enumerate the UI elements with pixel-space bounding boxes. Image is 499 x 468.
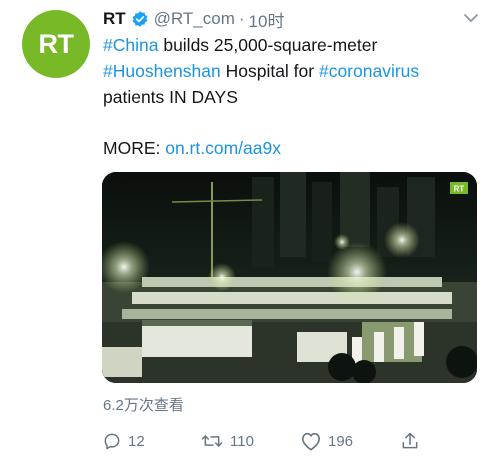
- tweet[interactable]: RT RT @RT_com · 10时 #China builds 25,000…: [0, 0, 499, 468]
- rt-logo: RT: [38, 28, 75, 59]
- tweet-header: RT @RT_com · 10时: [103, 7, 285, 32]
- share-icon: [400, 431, 420, 451]
- tweet-text-line: #Huoshenshan Hospital for #coronavirus: [103, 58, 483, 84]
- display-name[interactable]: RT: [103, 9, 126, 29]
- chevron-down-icon[interactable]: [461, 10, 481, 26]
- more-label: MORE:: [103, 138, 166, 158]
- action-bar: 12 110 196: [100, 428, 430, 454]
- hashtag-link[interactable]: #Huoshenshan: [103, 61, 221, 81]
- share-button[interactable]: [400, 428, 420, 454]
- more-link[interactable]: on.rt.com/aa9x: [165, 138, 281, 158]
- tweet-text: #China builds 25,000-square-meter #Huoshe…: [103, 32, 483, 110]
- timestamp[interactable]: 10时: [249, 7, 285, 32]
- separator-dot: ·: [238, 9, 245, 28]
- media-image[interactable]: RT: [102, 172, 477, 383]
- avatar[interactable]: RT: [22, 10, 90, 78]
- like-icon: [300, 431, 322, 451]
- retweet-icon: [200, 431, 224, 451]
- like-count: 196: [328, 432, 354, 450]
- hashtag-link[interactable]: #coronavirus: [319, 61, 419, 81]
- reply-count: 12: [128, 432, 145, 450]
- retweet-count: 110: [230, 432, 254, 450]
- reply-button[interactable]: 12: [102, 428, 145, 454]
- tweet-text-line: #China builds 25,000-square-meter: [103, 32, 483, 58]
- retweet-button[interactable]: 110: [200, 428, 254, 454]
- like-button[interactable]: 196: [300, 428, 353, 454]
- reply-icon: [102, 431, 122, 451]
- media-badge: RT: [454, 185, 465, 194]
- tweet-text-segment: Hospital for: [220, 61, 319, 81]
- hashtag-link[interactable]: #China: [103, 35, 158, 55]
- tweet-text-line: patients IN DAYS: [103, 84, 483, 110]
- tweet-text-segment: patients IN DAYS: [103, 87, 238, 107]
- tweet-text-segment: builds 25,000-square-meter: [158, 35, 378, 55]
- verified-badge-icon: [131, 10, 149, 28]
- more-line: MORE: on.rt.com/aa9x: [103, 135, 281, 161]
- view-count: 6.2万次查看: [103, 397, 184, 414]
- handle[interactable]: @RT_com: [154, 9, 235, 29]
